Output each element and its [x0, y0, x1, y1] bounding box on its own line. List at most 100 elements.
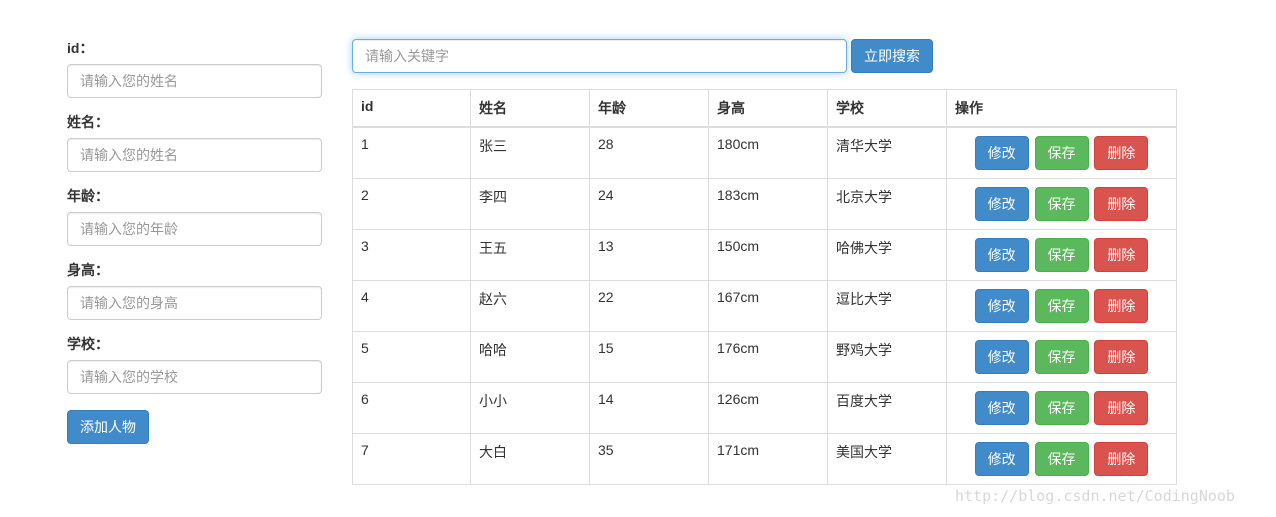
save-button[interactable]: 保存	[1034, 187, 1089, 221]
save-button[interactable]: 保存	[1034, 391, 1089, 425]
add-person-button[interactable]: 添加人物	[67, 410, 149, 444]
watermark: http://blog.csdn.net/CodingNoob	[955, 487, 1235, 505]
height-label: 身高：	[67, 262, 109, 278]
edit-button[interactable]: 修改	[974, 442, 1029, 476]
cell-name: 大白	[470, 433, 590, 485]
cell-id: 5	[352, 331, 471, 383]
cell-actions: 修改 保存 删除	[946, 433, 1177, 485]
cell-age: 14	[589, 382, 709, 434]
save-button[interactable]: 保存	[1034, 340, 1089, 374]
delete-button[interactable]: 删除	[1094, 391, 1149, 425]
edit-button[interactable]: 修改	[974, 238, 1029, 272]
cell-actions: 修改 保存 删除	[946, 331, 1177, 383]
cell-id: 7	[352, 433, 471, 485]
save-button[interactable]: 保存	[1034, 136, 1089, 170]
form-group-age: 年龄：	[67, 186, 322, 246]
edit-button[interactable]: 修改	[974, 391, 1029, 425]
search-bar: 立即搜索	[352, 39, 933, 73]
cell-actions: 修改 保存 删除	[946, 280, 1177, 332]
header-row: id 姓名 年龄 身高 学校 操作	[352, 89, 1177, 128]
header-age: 年龄	[589, 89, 709, 128]
cell-height: 180cm	[708, 126, 828, 179]
cell-name: 李四	[470, 178, 590, 230]
table-row: 4 赵六 22 167cm 逗比大学 修改 保存 删除	[352, 280, 1177, 332]
search-input[interactable]	[352, 39, 847, 73]
cell-actions: 修改 保存 删除	[946, 229, 1177, 281]
delete-button[interactable]: 删除	[1094, 340, 1149, 374]
age-label: 年龄：	[67, 188, 109, 204]
cell-name: 王五	[470, 229, 590, 281]
save-button[interactable]: 保存	[1034, 238, 1089, 272]
cell-id: 4	[352, 280, 471, 332]
header-actions: 操作	[946, 89, 1177, 128]
cell-height: 176cm	[708, 331, 828, 383]
edit-button[interactable]: 修改	[974, 340, 1029, 374]
table-row: 7 大白 35 171cm 美国大学 修改 保存 删除	[352, 433, 1177, 485]
cell-school: 清华大学	[827, 126, 947, 179]
header-name: 姓名	[470, 89, 590, 128]
cell-age: 28	[589, 126, 709, 179]
person-table: id 姓名 年龄 身高 学校 操作 1 张三 28 180cm 清华大学 修改 …	[352, 89, 1177, 485]
cell-age: 13	[589, 229, 709, 281]
form-group-name: 姓名：	[67, 112, 322, 172]
cell-age: 24	[589, 178, 709, 230]
page: id： 姓名： 年龄： 身高： 学校： 添加人物 立即搜索 id 姓名	[0, 0, 1276, 517]
height-input[interactable]	[67, 286, 322, 320]
table-body: 1 张三 28 180cm 清华大学 修改 保存 删除 2 李四 24 183c…	[352, 126, 1177, 485]
form-group-height: 身高：	[67, 260, 322, 320]
delete-button[interactable]: 删除	[1094, 136, 1149, 170]
cell-height: 183cm	[708, 178, 828, 230]
cell-id: 3	[352, 229, 471, 281]
table-row: 5 哈哈 15 176cm 野鸡大学 修改 保存 删除	[352, 331, 1177, 383]
cell-name: 小小	[470, 382, 590, 434]
cell-actions: 修改 保存 删除	[946, 126, 1177, 179]
edit-button[interactable]: 修改	[974, 187, 1029, 221]
cell-name: 赵六	[470, 280, 590, 332]
age-input[interactable]	[67, 212, 322, 246]
header-height: 身高	[708, 89, 828, 128]
table-header: id 姓名 年龄 身高 学校 操作	[352, 89, 1177, 128]
id-input[interactable]	[67, 64, 322, 98]
delete-button[interactable]: 删除	[1094, 187, 1149, 221]
cell-name: 哈哈	[470, 331, 590, 383]
cell-actions: 修改 保存 删除	[946, 178, 1177, 230]
header-school: 学校	[827, 89, 947, 128]
cell-age: 35	[589, 433, 709, 485]
add-person-form: id： 姓名： 年龄： 身高： 学校： 添加人物	[67, 38, 322, 444]
name-label: 姓名：	[67, 114, 109, 130]
id-label: id：	[67, 40, 94, 56]
table-row: 1 张三 28 180cm 清华大学 修改 保存 删除	[352, 126, 1177, 179]
table-row: 3 王五 13 150cm 哈佛大学 修改 保存 删除	[352, 229, 1177, 281]
cell-age: 22	[589, 280, 709, 332]
cell-school: 北京大学	[827, 178, 947, 230]
name-input[interactable]	[67, 138, 322, 172]
save-button[interactable]: 保存	[1034, 442, 1089, 476]
form-group-school: 学校：	[67, 334, 322, 394]
cell-height: 171cm	[708, 433, 828, 485]
cell-school: 哈佛大学	[827, 229, 947, 281]
save-button[interactable]: 保存	[1034, 289, 1089, 323]
school-input[interactable]	[67, 360, 322, 394]
cell-age: 15	[589, 331, 709, 383]
cell-actions: 修改 保存 删除	[946, 382, 1177, 434]
cell-name: 张三	[470, 126, 590, 179]
cell-id: 1	[352, 126, 471, 179]
cell-height: 126cm	[708, 382, 828, 434]
edit-button[interactable]: 修改	[974, 136, 1029, 170]
delete-button[interactable]: 删除	[1094, 238, 1149, 272]
delete-button[interactable]: 删除	[1094, 442, 1149, 476]
cell-school: 野鸡大学	[827, 331, 947, 383]
search-button[interactable]: 立即搜索	[851, 39, 933, 73]
table-row: 6 小小 14 126cm 百度大学 修改 保存 删除	[352, 382, 1177, 434]
school-label: 学校：	[67, 336, 109, 352]
cell-height: 167cm	[708, 280, 828, 332]
cell-id: 2	[352, 178, 471, 230]
form-group-id: id：	[67, 38, 322, 98]
cell-school: 美国大学	[827, 433, 947, 485]
cell-school: 百度大学	[827, 382, 947, 434]
edit-button[interactable]: 修改	[974, 289, 1029, 323]
table-row: 2 李四 24 183cm 北京大学 修改 保存 删除	[352, 178, 1177, 230]
cell-school: 逗比大学	[827, 280, 947, 332]
header-id: id	[352, 89, 471, 128]
delete-button[interactable]: 删除	[1094, 289, 1149, 323]
